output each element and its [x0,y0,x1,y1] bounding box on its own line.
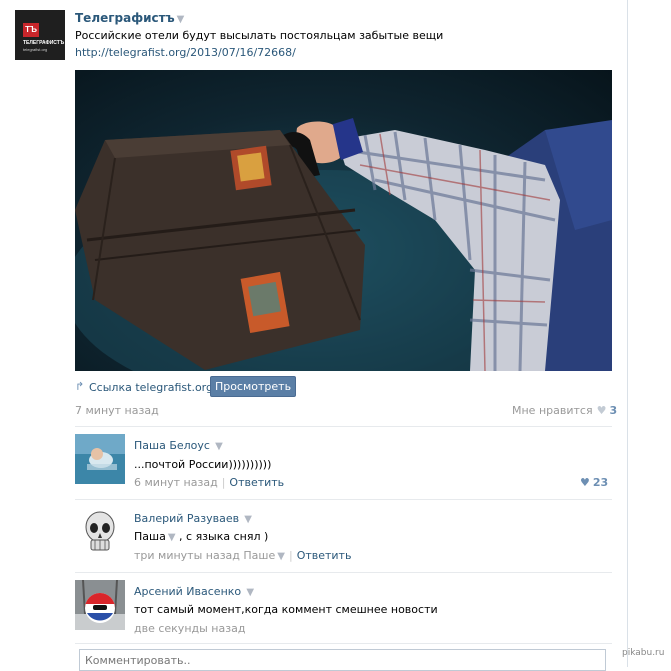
post-likes[interactable]: Мне нравится ♥ 3 [512,404,617,417]
divider [75,426,612,427]
post-photo[interactable] [75,70,612,371]
meta-separator: | [288,549,293,562]
comment-text: , с языка снял ) [179,530,269,543]
caret-down-icon[interactable]: ▼ [241,514,252,525]
group-avatar[interactable]: ТЪ ТЕЛЕГРАФИСТЪ telegrafist.org [15,10,65,60]
comment-input[interactable]: Комментировать.. [79,649,606,671]
heart-icon: ♥ [580,476,590,489]
photo-illustration [75,118,612,371]
comment-author-row: Валерий Разуваев ▼ [134,512,252,525]
reply-link[interactable]: Ответить [229,476,284,489]
comment-author-row: Паша Белоус ▼ [134,439,223,452]
post-link-label[interactable]: Ссылка telegrafist.org [89,381,213,394]
comment-author-row: Арсений Ивасенко ▼ [134,585,254,598]
caret-down-icon[interactable]: ▼ [243,587,254,598]
feed-right-border [627,0,628,667]
post-author[interactable]: Телеграфистъ [75,11,175,25]
comment-author[interactable]: Арсений Ивасенко [134,585,241,598]
comment-text-row: Паша ▼ , с языка снял ) [134,530,268,543]
avatar-image [75,434,125,484]
caret-down-icon[interactable]: ▼ [212,441,223,452]
link-arrow-icon: ↱ [75,380,85,393]
skull-avatar-image [75,507,125,557]
comment-author[interactable]: Паша Белоус [134,439,210,452]
comment-meta: три минуты назад Паше ▼ | Ответить [134,549,351,562]
ball-avatar-image [75,579,125,630]
divider [75,572,612,573]
comment-mention[interactable]: Паша [134,530,166,543]
meta-separator: | [221,476,226,489]
comment-like-count: 23 [592,476,609,489]
reply-to-name[interactable]: Паше [243,549,275,562]
comment-text: ...почтой России)))))))))) [134,458,272,471]
comment-time[interactable]: две секунды назад [134,622,245,635]
likes-count: 3 [609,404,618,417]
reply-link[interactable]: Ответить [297,549,352,562]
comment-time[interactable]: три минуты назад [134,549,240,562]
caret-down-icon[interactable]: ▼ [277,551,285,562]
post-author-row: Телеграфистъ ▼ [75,11,184,25]
avatar-name: ТЕЛЕГРАФИСТЪ [23,40,65,46]
divider [75,643,612,644]
comment-avatar[interactable] [75,579,125,630]
caret-down-icon[interactable]: ▼ [177,14,185,25]
comment-meta: 6 минут назад | Ответить [134,476,284,489]
comment-author[interactable]: Валерий Разуваев [134,512,239,525]
comment-avatar[interactable] [75,507,125,557]
likes-label: Мне нравится [512,404,593,417]
post-text: Российские отели будут высылать постояль… [75,29,444,42]
post-url[interactable]: http://telegrafist.org/2013/07/16/72668/ [75,46,296,59]
comment-text: тот самый момент,когда коммент смешнее н… [134,603,438,616]
divider [75,499,612,500]
view-button[interactable]: Просмотреть [210,376,296,397]
comment-likes[interactable]: ♥ 23 [580,476,608,489]
heart-icon: ♥ [596,404,607,417]
avatar-badge: ТЪ [23,23,39,37]
watermark: pikabu.ru [622,648,665,658]
comment-avatar[interactable] [75,434,125,484]
comment-time[interactable]: 6 минут назад [134,476,218,489]
avatar-sub: telegrafist.org [23,47,48,52]
caret-down-icon[interactable]: ▼ [168,532,176,543]
post-time[interactable]: 7 минут назад [75,404,159,417]
